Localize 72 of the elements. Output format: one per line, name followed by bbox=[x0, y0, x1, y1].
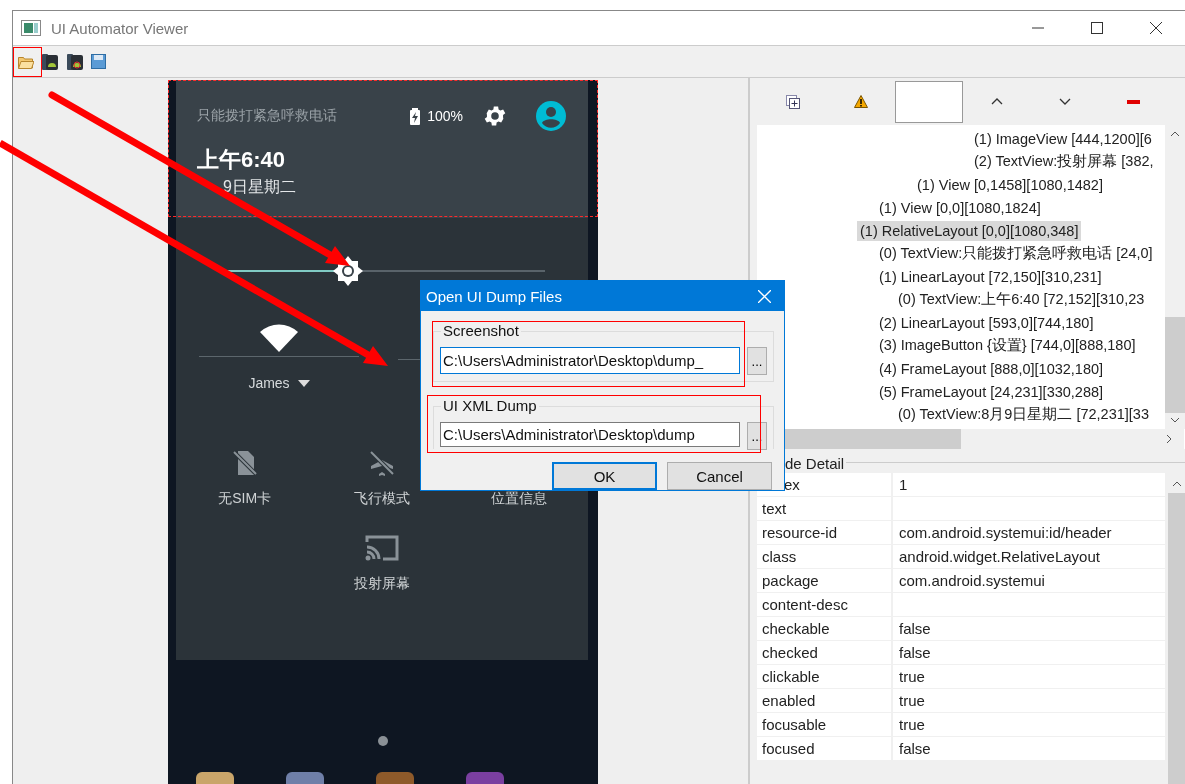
notice-text: 只能拨打紧急呼救电话 bbox=[197, 107, 337, 125]
tree-item[interactable]: (0) TextView:上午6:40 [72,152][310,23 bbox=[895, 288, 1148, 311]
tree-item[interactable]: (1) RelativeLayout [0,0][1080,348] bbox=[857, 220, 1082, 241]
save-icon[interactable] bbox=[91, 54, 106, 69]
right-caret-icon[interactable] bbox=[1166, 434, 1172, 444]
property-value: false bbox=[898, 739, 931, 759]
path-field[interactable]: C:\Users\Administrator\Desktop\dump bbox=[440, 422, 740, 447]
up-caret-icon[interactable] bbox=[1171, 481, 1182, 487]
property-value: true bbox=[898, 691, 925, 711]
property-value: com.android.systemui bbox=[898, 571, 1045, 591]
caret-icon bbox=[297, 379, 310, 387]
property-value: false bbox=[898, 619, 931, 639]
page-indicator bbox=[378, 736, 388, 746]
tree-item[interactable]: (1) LinearLayout [72,150][310,231] bbox=[876, 266, 1105, 287]
up-caret-icon[interactable] bbox=[1170, 131, 1180, 137]
highlight-box bbox=[13, 47, 42, 77]
battery-text: 100% bbox=[427, 108, 463, 124]
dialog-title: Open UI Dump Files bbox=[426, 287, 562, 305]
tile-label[interactable]: 无SIM卡 bbox=[218, 490, 272, 508]
up-caret-icon[interactable] bbox=[991, 98, 1003, 105]
tile-label[interactable]: 飞行模式 bbox=[354, 490, 410, 508]
settings-icon[interactable] bbox=[482, 103, 508, 129]
property-value: android.widget.RelativeLayout bbox=[898, 547, 1100, 567]
battery-icon bbox=[410, 107, 421, 125]
blank-button[interactable] bbox=[895, 80, 963, 123]
tree-item[interactable]: (5) FrameLayout [24,231][330,288] bbox=[876, 381, 1107, 402]
app-icon bbox=[21, 20, 41, 36]
tree-item[interactable]: (1) View [0,1458][1080,1482] bbox=[914, 174, 1106, 195]
tree-item[interactable]: (1) ImageView [444,1200][6 bbox=[971, 128, 1155, 149]
close-icon[interactable] bbox=[1149, 22, 1162, 34]
wifi-icon[interactable] bbox=[260, 324, 298, 352]
tree-item[interactable]: (3) ImageButton {设置} [744,0][888,180] bbox=[876, 334, 1139, 357]
tree-item[interactable]: (2) LinearLayout [593,0][744,180] bbox=[876, 312, 1097, 333]
property-value: com.android.systemui:id/header bbox=[898, 523, 1112, 543]
warning-icon[interactable] bbox=[854, 95, 868, 108]
phone-icon[interactable] bbox=[41, 52, 59, 71]
avatar-icon[interactable] bbox=[536, 101, 566, 131]
path-field[interactable]: C:\Users\Administrator\Desktop\dump_ bbox=[440, 347, 740, 374]
down-caret-icon[interactable] bbox=[1170, 417, 1180, 423]
window-title: UI Automator Viewer bbox=[51, 19, 189, 37]
property-value: false bbox=[898, 643, 931, 663]
property-value: 1 bbox=[898, 475, 908, 495]
property-value: true bbox=[898, 667, 925, 687]
minimize-icon[interactable] bbox=[1031, 27, 1044, 29]
app-icon[interactable] bbox=[376, 772, 414, 784]
app-icon[interactable] bbox=[196, 772, 234, 784]
expand-all-icon[interactable] bbox=[786, 94, 800, 109]
property-name: focused bbox=[757, 737, 893, 760]
tree-item[interactable]: (4) FrameLayout [888,0][1032,180] bbox=[876, 358, 1107, 379]
phone-icon[interactable] bbox=[66, 52, 84, 71]
dialog-button[interactable]: Cancel bbox=[667, 462, 772, 490]
tree-item[interactable]: (0) TextView:只能拨打紧急呼救电话 [24,0] bbox=[876, 242, 1156, 265]
minus-icon[interactable] bbox=[1126, 99, 1140, 104]
group-title: de Detail bbox=[783, 455, 847, 472]
browse-button[interactable]: ... bbox=[747, 422, 767, 450]
tree-item[interactable]: (0) TextView:8月9日星期二 [72,231][33 bbox=[895, 403, 1152, 426]
down-caret-icon[interactable] bbox=[1059, 98, 1071, 105]
app-icon[interactable] bbox=[286, 772, 324, 784]
tree-item[interactable]: (1) View [0,0][1080,1824] bbox=[876, 197, 1044, 218]
folder-icon[interactable] bbox=[18, 54, 34, 69]
tree-item[interactable]: (2) TextView:投射屏幕 [382, bbox=[971, 150, 1157, 173]
dialog-button[interactable]: OK bbox=[552, 462, 657, 490]
network-dropdown[interactable]: James bbox=[248, 375, 310, 391]
maximize-icon[interactable] bbox=[1090, 22, 1103, 34]
tile-label[interactable]: 位置信息 bbox=[491, 490, 548, 508]
browse-button[interactable]: ... bbox=[747, 347, 767, 375]
tile-label[interactable]: 投射屏幕 bbox=[354, 575, 410, 593]
clock-text: 上午6:40 bbox=[197, 146, 287, 174]
property-value: true bbox=[898, 715, 925, 735]
cast-icon[interactable] bbox=[365, 534, 399, 562]
date-text: 9日星期二 bbox=[223, 177, 297, 197]
airplane-icon[interactable] bbox=[367, 448, 397, 478]
